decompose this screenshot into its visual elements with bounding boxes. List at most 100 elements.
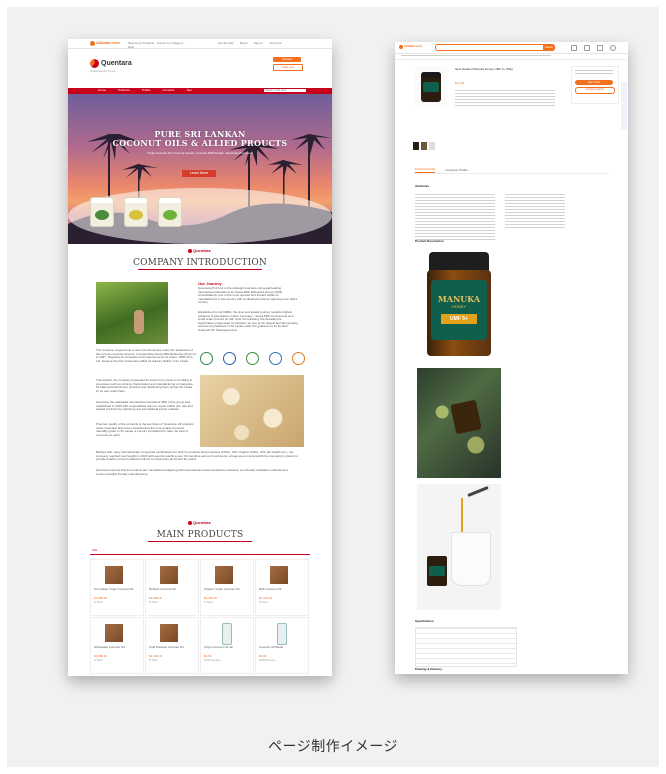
store-search-input[interactable] bbox=[264, 89, 306, 92]
alibaba-logo[interactable]: Alibaba.com bbox=[90, 41, 120, 46]
product-tab-bar: Oils bbox=[90, 549, 310, 555]
honey-in-nature-photo bbox=[417, 368, 501, 478]
product-image bbox=[222, 623, 232, 645]
coconut-oil-jar bbox=[158, 197, 182, 227]
intro-paragraph: Quentara ensures that its products are m… bbox=[96, 469, 288, 476]
contact-supplier-button[interactable]: Contact Supplier bbox=[575, 87, 615, 94]
title-divider bbox=[148, 541, 252, 542]
messages-icon[interactable] bbox=[571, 45, 577, 51]
chat-now-button[interactable]: Chat now bbox=[273, 64, 303, 71]
intro-paragraph: Established in mid 1960s, the slow and s… bbox=[198, 311, 298, 332]
product-image bbox=[160, 566, 178, 584]
topbar-link[interactable]: Buyer bbox=[240, 42, 248, 46]
thumbnail[interactable] bbox=[421, 142, 427, 150]
store-tagline: Quentara (Pvt) Ltd. bbox=[90, 70, 116, 73]
alibaba-logo-icon bbox=[90, 41, 95, 46]
tab-product-details[interactable]: Product Details bbox=[415, 168, 436, 173]
tab-divider bbox=[413, 173, 609, 174]
hero-banner: PURE SRI LANKAN COCONUT OILS & ALLIED PR… bbox=[68, 94, 332, 244]
packing-title: Packing & Delivery bbox=[415, 668, 443, 671]
category-nav bbox=[395, 54, 628, 60]
product-card[interactable]: Coconut Oil Bottle $2.80 1000 Pieces bbox=[255, 617, 309, 674]
start-order-button[interactable]: Start Order bbox=[575, 80, 613, 85]
umf-badge: UMF 5+ bbox=[441, 314, 477, 324]
product-main-image[interactable] bbox=[415, 66, 447, 108]
product-image bbox=[105, 566, 123, 584]
hero-title: PURE SRI LANKAN COCONUT OILS & ALLIED PR… bbox=[112, 129, 288, 148]
product-options bbox=[455, 90, 555, 108]
halal-certificate-icon bbox=[269, 352, 282, 365]
nav-item-products[interactable]: Products bbox=[118, 89, 130, 93]
cart-icon[interactable] bbox=[597, 45, 603, 51]
coconut-products-photo bbox=[200, 375, 304, 447]
coconut-oil-jar bbox=[124, 197, 148, 227]
products-logo: Quentara bbox=[188, 520, 211, 526]
coconut-oil-jar bbox=[90, 197, 114, 227]
product-card[interactable]: Wholesale Coconut Oil $1,880.00 5 Tons bbox=[90, 617, 144, 674]
nav-item-profile[interactable]: Profile bbox=[142, 89, 151, 93]
product-price: $12.00 bbox=[455, 82, 465, 85]
search-input[interactable] bbox=[435, 44, 555, 51]
topbar-links: Get the App Buyer Sign In Join Free bbox=[218, 42, 282, 46]
tab-company-profile[interactable]: Company Profile bbox=[445, 168, 467, 173]
product-card[interactable]: Cold Pressed Coconut Oil $2,100.00 5 Ton… bbox=[145, 617, 199, 674]
company-intro-title: COMPANY INTRODUCTION bbox=[133, 258, 267, 268]
intro-paragraph: Backed with many internationally recogni… bbox=[96, 451, 299, 462]
floating-sidebar[interactable] bbox=[621, 82, 627, 130]
product-image bbox=[270, 566, 288, 584]
nav-item-tips[interactable]: Tips bbox=[186, 89, 192, 93]
certification-badges bbox=[200, 352, 305, 365]
coconut-harvest-photo bbox=[96, 282, 168, 344]
alibaba-logo[interactable]: Alibaba.com bbox=[399, 45, 422, 49]
store-logo[interactable]: Quentara bbox=[90, 59, 132, 68]
attributes-table-right bbox=[505, 194, 565, 230]
alibaba-topbar: Alibaba.com Source by Products · Source … bbox=[68, 39, 332, 49]
product-card[interactable]: Refined Coconut Oil $1,560.00 5 Tons bbox=[145, 559, 199, 616]
topbar-link[interactable]: Get the App bbox=[218, 42, 234, 46]
usda-organic-icon bbox=[246, 352, 259, 365]
iso-certificate-icon bbox=[223, 352, 236, 365]
main-products-title: MAIN PRODUCTS bbox=[156, 530, 244, 540]
caption: ページ制作イメージ bbox=[268, 739, 398, 755]
quentara-logo-icon bbox=[188, 521, 192, 526]
topbar-link[interactable]: Sign In bbox=[254, 42, 263, 46]
thumbnail[interactable] bbox=[413, 142, 419, 150]
learn-more-button[interactable]: Learn More bbox=[182, 170, 216, 177]
manuka-honey-jar-image: MANUKA HONEY UMF 5+ bbox=[417, 248, 501, 360]
attributes-table-left bbox=[415, 194, 495, 240]
intro-heading: Our Journey bbox=[198, 281, 222, 286]
thumbnail[interactable] bbox=[429, 142, 435, 150]
product-detail-screenshot: Alibaba.com Search New Zealand Manuka Ho… bbox=[395, 42, 628, 674]
specification-table bbox=[415, 627, 517, 667]
order-panel: Start Order Contact Supplier bbox=[571, 66, 619, 104]
product-card[interactable]: Virgin Coconut Oil Jar $2.50 1000 Pieces bbox=[200, 617, 254, 674]
intro-paragraph: Thenceforth, the company expanded its sc… bbox=[96, 379, 193, 393]
attributes-title: Attributes bbox=[415, 185, 430, 188]
user-icon[interactable] bbox=[610, 45, 616, 51]
nav-item-contacts[interactable]: Contacts bbox=[162, 89, 174, 93]
product-image bbox=[160, 624, 178, 642]
nav-item-home[interactable]: Home bbox=[98, 89, 106, 93]
intro-paragraph: Premium quality of the products is the k… bbox=[96, 423, 194, 437]
specification-title: Specification bbox=[415, 620, 434, 623]
product-image bbox=[105, 624, 123, 642]
product-card[interactable]: Bulk Coconut Oil $1,420.00 5 Tons bbox=[255, 559, 309, 616]
quentara-logo-icon bbox=[90, 59, 99, 68]
contact-button[interactable]: Contact bbox=[273, 57, 301, 62]
orders-icon[interactable] bbox=[584, 45, 590, 51]
honey-tea-photo bbox=[417, 484, 501, 610]
description-title: Product Description bbox=[415, 240, 444, 243]
search-button[interactable]: Search bbox=[543, 44, 555, 51]
header-icons bbox=[571, 45, 616, 51]
product-card[interactable]: Sri Lankan Virgin Coconut Oil $1,980.00 … bbox=[90, 559, 144, 616]
nav-items: Home Products Profile Contacts Tips bbox=[98, 89, 192, 93]
store-page-screenshot: Alibaba.com Source by Products · Source … bbox=[68, 39, 332, 676]
alibaba-logo-icon bbox=[399, 45, 403, 49]
product-card[interactable]: Organic Virgin Coconut Oil $2,300.00 5 T… bbox=[200, 559, 254, 616]
store-header: Quentara Quentara (Pvt) Ltd. Contact Cha… bbox=[68, 49, 332, 87]
title-divider bbox=[138, 269, 262, 270]
detail-tabs: Product Details Company Profile bbox=[415, 168, 468, 173]
tab-oils[interactable]: Oils bbox=[92, 549, 97, 553]
quentara-logo-icon bbox=[188, 249, 192, 254]
topbar-link[interactable]: Join Free bbox=[269, 42, 282, 46]
